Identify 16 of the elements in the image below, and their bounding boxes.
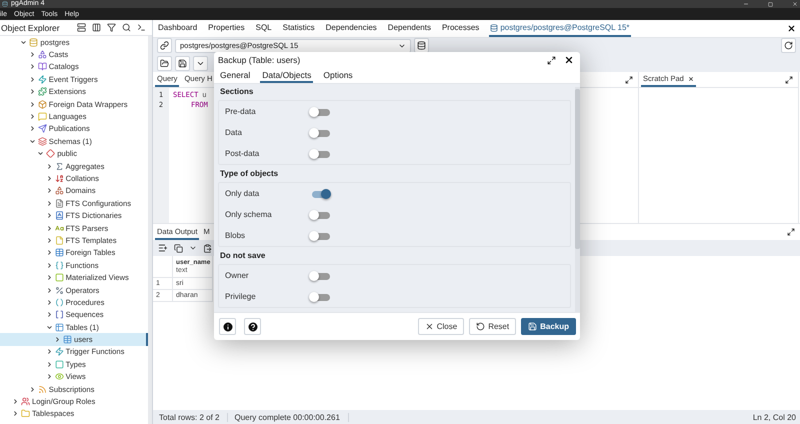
group-title: Sections: [219, 87, 254, 96]
option-label: Pre-data: [225, 107, 257, 116]
option-label: Privilege: [225, 292, 257, 301]
query-status: Query complete 00:00:00.261: [228, 412, 349, 422]
option-label: Post-data: [225, 149, 260, 158]
option-label: Owner: [225, 271, 250, 280]
group-title: Do not save: [219, 251, 266, 260]
option-label: Blobs: [225, 231, 246, 240]
option-label: Only data: [225, 189, 260, 198]
option-label: Only schema: [225, 210, 273, 219]
option-label: Data: [225, 128, 243, 137]
panel-title: Object Explorer: [1, 22, 61, 32]
cursor-position: Ln 2, Col 20: [752, 412, 797, 422]
group-title: Type of objects: [219, 169, 280, 178]
dialog-title: Backup (Table: users): [218, 55, 302, 65]
row-count: Total rows: 2 of 2: [153, 412, 228, 422]
